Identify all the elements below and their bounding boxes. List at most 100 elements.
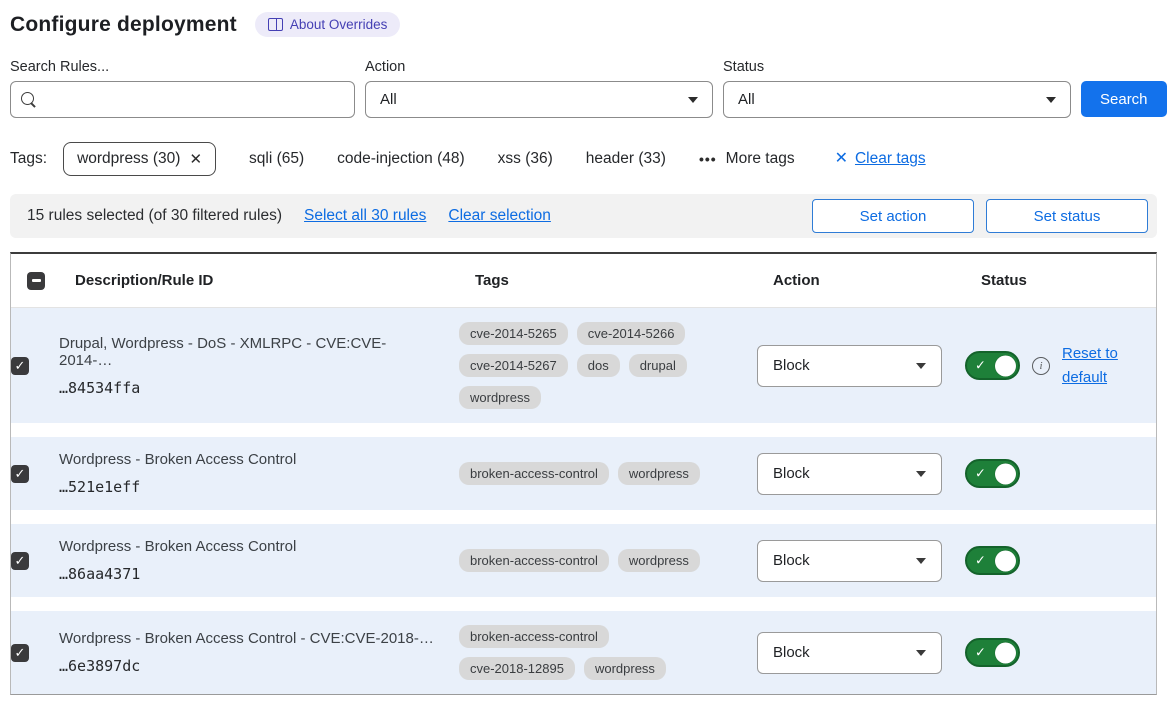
search-button[interactable]: Search [1081, 81, 1167, 117]
action-filter-label: Action [365, 59, 713, 75]
selected-tag-label: wordpress (30) [77, 150, 180, 168]
col-header-tags: Tags [475, 272, 773, 289]
row-description: Wordpress - Broken Access Control [59, 538, 439, 555]
clear-tags-label: Clear tags [855, 150, 926, 168]
rules-table: Description/Rule ID Tags Action Status ✓… [10, 252, 1157, 695]
row-rule-id: …6e3897dc [59, 657, 439, 675]
col-header-status: Status [981, 272, 1156, 289]
row-tags: broken-access-controlcve-2018-12895wordp… [459, 625, 711, 680]
row-description-cell: Wordpress - Broken Access Control …521e1… [59, 451, 459, 496]
row-action-value: Block [773, 552, 810, 569]
chevron-down-icon [916, 363, 926, 369]
row-description-cell: Drupal, Wordpress - DoS - XMLRPC - CVE:C… [59, 335, 459, 397]
row-checkbox[interactable]: ✓ [11, 465, 29, 483]
check-icon: ✓ [975, 644, 986, 660]
selection-summary: 15 rules selected (of 30 filtered rules) [27, 207, 282, 225]
row-rule-id: …84534ffa [59, 379, 439, 397]
table-header-row: Description/Rule ID Tags Action Status [11, 254, 1156, 308]
status-filter-field: Status All [723, 59, 1071, 118]
status-toggle[interactable]: ✓ [965, 459, 1020, 488]
search-rules-field: Search Rules... [10, 59, 355, 118]
row-action-select[interactable]: Block [757, 540, 942, 582]
row-tags: cve-2014-5265cve-2014-5266cve-2014-5267d… [459, 322, 711, 409]
chevron-down-icon [916, 471, 926, 477]
toggle-knob [995, 642, 1016, 663]
toggle-knob [995, 355, 1016, 376]
selection-bar: 15 rules selected (of 30 filtered rules)… [10, 194, 1157, 238]
tag-pill: wordpress [459, 386, 541, 409]
clear-selection-link[interactable]: Clear selection [448, 207, 551, 225]
tag-pill: broken-access-control [459, 625, 609, 648]
tag-filter-code-injection[interactable]: code-injection (48) [337, 150, 465, 168]
row-status-cell: ✓ [965, 638, 1156, 667]
status-toggle[interactable]: ✓ [965, 638, 1020, 667]
search-icon [21, 92, 37, 108]
set-status-button[interactable]: Set status [986, 199, 1148, 233]
rules-table-body: ✓ Drupal, Wordpress - DoS - XMLRPC - CVE… [11, 308, 1156, 694]
check-icon: ✓ [975, 552, 986, 568]
more-tags-label: More tags [726, 150, 795, 168]
status-filter-value: All [738, 91, 755, 108]
tag-pill: dos [577, 354, 620, 377]
tag-pill: cve-2018-12895 [459, 657, 575, 680]
row-checkbox[interactable]: ✓ [11, 357, 29, 375]
table-row: ✓ Wordpress - Broken Access Control …86a… [11, 524, 1156, 597]
col-header-description: Description/Rule ID [75, 272, 475, 289]
row-checkbox[interactable]: ✓ [11, 644, 29, 662]
remove-tag-icon[interactable]: ✕ [189, 152, 202, 167]
check-icon: ✓ [975, 357, 986, 373]
check-icon: ✓ [15, 467, 26, 480]
filter-row: Search Rules... Action All Status All Se… [10, 59, 1157, 118]
tag-filter-xss[interactable]: xss (36) [498, 150, 553, 168]
row-status-cell: ✓ i Reset to default [965, 342, 1156, 390]
row-action-select[interactable]: Block [757, 345, 942, 387]
tag-pill: broken-access-control [459, 549, 609, 572]
row-description-cell: Wordpress - Broken Access Control …86aa4… [59, 538, 459, 583]
select-all-checkbox[interactable] [27, 272, 45, 290]
status-filter-select[interactable]: All [723, 81, 1071, 118]
tag-filter-sqli[interactable]: sqli (65) [249, 150, 304, 168]
select-all-link[interactable]: Select all 30 rules [304, 207, 426, 225]
tag-pill: drupal [629, 354, 687, 377]
search-rules-label: Search Rules... [10, 59, 355, 75]
chevron-down-icon [1046, 97, 1056, 103]
row-checkbox[interactable]: ✓ [11, 552, 29, 570]
more-tags-button[interactable]: ••• More tags [699, 150, 795, 168]
tag-pill: wordpress [618, 462, 700, 485]
reset-to-default-link[interactable]: Reset to default [1062, 342, 1126, 390]
reset-line2: default [1062, 369, 1107, 386]
set-action-button[interactable]: Set action [812, 199, 974, 233]
tag-filter-header[interactable]: header (33) [586, 150, 666, 168]
row-action-select[interactable]: Block [757, 453, 942, 495]
status-filter-label: Status [723, 59, 1071, 75]
tag-pill: wordpress [618, 549, 700, 572]
row-description: Drupal, Wordpress - DoS - XMLRPC - CVE:C… [59, 335, 439, 369]
page-header: Configure deployment About Overrides [10, 12, 1157, 37]
selected-tag-wordpress[interactable]: wordpress (30) ✕ [63, 142, 216, 176]
row-description: Wordpress - Broken Access Control - CVE:… [59, 630, 439, 647]
toggle-knob [995, 463, 1016, 484]
chevron-down-icon [916, 558, 926, 564]
search-input-wrap[interactable] [10, 81, 355, 118]
clear-tags-button[interactable]: ✕ Clear tags [835, 150, 926, 168]
status-toggle[interactable]: ✓ [965, 351, 1020, 380]
check-icon: ✓ [15, 554, 26, 567]
table-row: ✓ Drupal, Wordpress - DoS - XMLRPC - CVE… [11, 308, 1156, 423]
check-icon: ✓ [15, 646, 26, 659]
chevron-down-icon [916, 650, 926, 656]
info-icon[interactable]: i [1032, 357, 1050, 375]
action-filter-value: All [380, 91, 397, 108]
chevron-down-icon [688, 97, 698, 103]
row-action-select[interactable]: Block [757, 632, 942, 674]
about-overrides-badge[interactable]: About Overrides [255, 12, 401, 37]
tags-label: Tags: [10, 150, 47, 168]
row-tags: broken-access-control wordpress [459, 549, 711, 572]
search-input[interactable] [45, 91, 344, 108]
row-status-cell: ✓ [965, 546, 1156, 575]
table-row: ✓ Wordpress - Broken Access Control …521… [11, 437, 1156, 510]
action-filter-select[interactable]: All [365, 81, 713, 118]
status-toggle[interactable]: ✓ [965, 546, 1020, 575]
row-description: Wordpress - Broken Access Control [59, 451, 439, 468]
about-overrides-label: About Overrides [290, 17, 388, 32]
tags-bar: Tags: wordpress (30) ✕ sqli (65) code-in… [10, 142, 1157, 176]
